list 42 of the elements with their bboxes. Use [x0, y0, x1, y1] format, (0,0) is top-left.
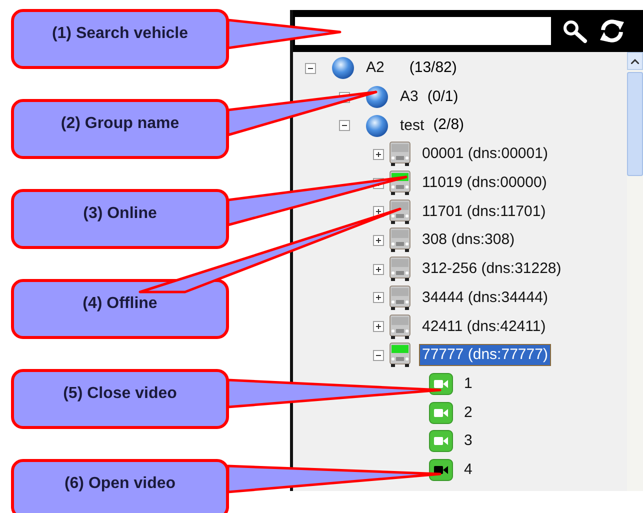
- expand-toggle[interactable]: [304, 62, 316, 74]
- callout-text: (1) Search vehicle: [52, 24, 188, 44]
- expand-toggle[interactable]: [372, 321, 384, 332]
- callout-text: (6) Open video: [64, 474, 176, 494]
- search-icon[interactable]: [561, 18, 589, 44]
- scroll-up-button[interactable]: [627, 52, 643, 70]
- tree-node-label[interactable]: 2: [461, 402, 476, 424]
- tree-node-label[interactable]: 308 (dns:308): [419, 229, 518, 252]
- tree-node-label[interactable]: 11701 (dns:11701): [419, 200, 549, 223]
- tree-node-label[interactable]: 1: [461, 372, 476, 395]
- tree-node-label[interactable]: test: [397, 114, 428, 137]
- scroll-thumb[interactable]: [627, 72, 643, 176]
- callout-text: (4) Offline: [82, 294, 158, 314]
- callout-text: (2) Group name: [60, 114, 180, 134]
- expand-toggle[interactable]: [372, 350, 384, 361]
- callout-text: (5) Close video: [63, 384, 177, 404]
- callout-text: (3) Online: [83, 204, 157, 224]
- node-count: (0/1): [427, 86, 458, 107]
- tree-node-label[interactable]: A2: [363, 57, 388, 80]
- tree-node-label[interactable]: 3: [461, 430, 476, 452]
- expand-toggle[interactable]: [372, 292, 384, 304]
- scrollbar[interactable]: [627, 52, 643, 491]
- tree-node-label[interactable]: 42411 (dns:42411): [419, 316, 549, 338]
- refresh-icon[interactable]: [599, 18, 625, 44]
- search-field[interactable]: [295, 17, 551, 45]
- expand-toggle[interactable]: [372, 148, 384, 160]
- expand-toggle[interactable]: [338, 120, 350, 132]
- globe-icon: [365, 85, 389, 110]
- camera-icon[interactable]: [429, 458, 453, 481]
- tree-node-label[interactable]: 00001 (dns:00001): [419, 143, 551, 166]
- tree-node-label[interactable]: 4: [461, 458, 476, 481]
- globe-icon: [331, 56, 355, 80]
- tree-node-label[interactable]: 11019 (dns:00000): [419, 172, 550, 194]
- tree-node-label[interactable]: 77777 (dns:77777): [419, 344, 551, 366]
- tree-node-label[interactable]: 34444 (dns:34444): [419, 286, 551, 309]
- tree-node-label[interactable]: 312-256 (dns:31228): [419, 258, 564, 280]
- node-count: (13/82): [409, 58, 457, 78]
- globe-icon: [365, 114, 389, 138]
- tree-node-label[interactable]: A3: [397, 86, 422, 108]
- expand-toggle[interactable]: [372, 234, 384, 246]
- expand-toggle[interactable]: [372, 264, 384, 275]
- node-count: (2/8): [433, 115, 464, 136]
